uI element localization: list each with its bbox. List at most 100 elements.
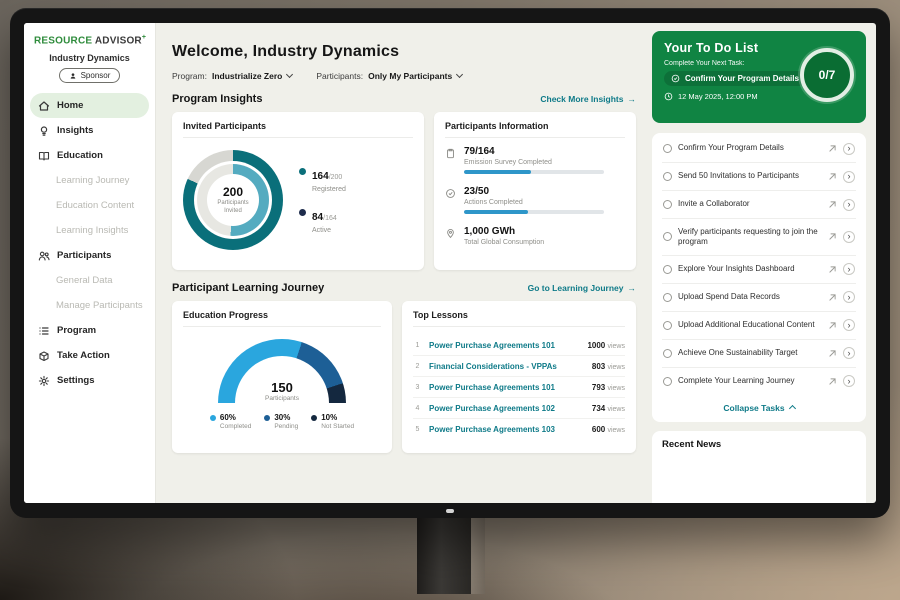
checkbox-icon[interactable] bbox=[663, 321, 672, 330]
external-link-icon[interactable] bbox=[828, 377, 837, 386]
lesson-link[interactable]: Power Purchase Agreements 103 bbox=[429, 425, 585, 434]
task-label: Confirm Your Program Details bbox=[678, 143, 822, 153]
next-task-label: Confirm Your Program Details bbox=[685, 74, 799, 83]
person-icon bbox=[69, 72, 77, 80]
todo-progress-ring: 0/7 bbox=[800, 48, 854, 102]
lesson-views: 600 views bbox=[592, 425, 625, 434]
book-icon bbox=[38, 150, 50, 162]
sidebar-item-take-action[interactable]: Take Action bbox=[24, 343, 155, 368]
stat-actions-completed: 23/50 Actions Completed bbox=[445, 186, 625, 214]
chevron-right-icon[interactable]: › bbox=[843, 231, 855, 243]
legend-pct: 30% bbox=[274, 413, 298, 422]
filter-bar: Program: Industrialize Zero Participants… bbox=[172, 71, 636, 81]
external-link-icon[interactable] bbox=[828, 265, 837, 274]
sidebar-item-label: Program bbox=[57, 325, 96, 336]
collapse-tasks-button[interactable]: Collapse Tasks bbox=[662, 395, 856, 420]
task-label: Complete Your Learning Journey bbox=[678, 376, 822, 386]
lesson-link[interactable]: Financial Considerations - VPPAs bbox=[429, 362, 585, 371]
sidebar-item-settings[interactable]: Settings bbox=[24, 368, 155, 393]
chevron-right-icon[interactable]: › bbox=[843, 347, 855, 359]
task-row[interactable]: Complete Your Learning Journey › bbox=[662, 368, 856, 395]
task-label: Send 50 Invitations to Participants bbox=[678, 171, 822, 181]
checkbox-icon[interactable] bbox=[663, 144, 672, 153]
chevron-right-icon[interactable]: › bbox=[843, 143, 855, 155]
participants-filter[interactable]: Participants: Only My Participants bbox=[316, 71, 462, 81]
external-link-icon[interactable] bbox=[828, 349, 837, 358]
sponsor-badge[interactable]: Sponsor bbox=[59, 68, 121, 83]
lesson-row: 4 Power Purchase Agreements 102 734 view… bbox=[413, 398, 625, 419]
sidebar-item-label: Learning Journey bbox=[56, 175, 129, 186]
external-link-icon[interactable] bbox=[828, 172, 837, 181]
checkbox-icon[interactable] bbox=[663, 232, 672, 241]
invited-donut-chart: 200 Participants Invited bbox=[183, 150, 283, 250]
sidebar-item-general-data[interactable]: General Data bbox=[24, 268, 155, 293]
sidebar-item-participants[interactable]: Participants bbox=[24, 243, 155, 268]
collapse-tasks-label: Collapse Tasks bbox=[723, 403, 784, 413]
section-title: Program Insights bbox=[172, 93, 262, 105]
top-lessons-card: Top Lessons 1 Power Purchase Agreements … bbox=[402, 301, 636, 453]
task-row[interactable]: Achieve One Sustainability Target › bbox=[662, 340, 856, 368]
gear-icon bbox=[38, 375, 50, 387]
external-link-icon[interactable] bbox=[828, 200, 837, 209]
sidebar-item-learning-insights[interactable]: Learning Insights bbox=[24, 218, 155, 243]
chevron-right-icon[interactable]: › bbox=[843, 199, 855, 211]
sidebar-item-education[interactable]: Education bbox=[24, 143, 155, 168]
sidebar-item-home[interactable]: Home bbox=[30, 93, 149, 118]
clipboard-icon bbox=[445, 148, 456, 159]
program-filter[interactable]: Program: Industrialize Zero bbox=[172, 71, 292, 81]
chevron-right-icon[interactable]: › bbox=[843, 171, 855, 183]
task-row[interactable]: Verify participants requesting to join t… bbox=[662, 219, 856, 256]
stat-value: 79/164 bbox=[464, 146, 604, 157]
sidebar-item-education-content[interactable]: Education Content bbox=[24, 193, 155, 218]
lesson-views-count: 803 bbox=[592, 362, 605, 371]
lesson-link[interactable]: Power Purchase Agreements 102 bbox=[429, 404, 585, 413]
sidebar-item-manage-participants[interactable]: Manage Participants bbox=[24, 293, 155, 318]
donut-center-label: Participants Invited bbox=[210, 200, 256, 215]
task-label: Upload Additional Educational Content bbox=[678, 320, 822, 330]
page-title: Welcome, Industry Dynamics bbox=[172, 43, 636, 61]
sidebar-item-learning-journey[interactable]: Learning Journey bbox=[24, 168, 155, 193]
external-link-icon[interactable] bbox=[828, 232, 837, 241]
chevron-right-icon[interactable]: › bbox=[843, 375, 855, 387]
lesson-views: 734 views bbox=[592, 404, 625, 413]
sidebar: RESOURCE ADVISOR+ Industry Dynamics Spon… bbox=[24, 23, 156, 503]
check-circle-icon bbox=[445, 188, 456, 199]
checkbox-icon[interactable] bbox=[663, 172, 672, 181]
next-task-chip[interactable]: Confirm Your Program Details bbox=[664, 71, 806, 86]
learning-cards-row: Education Progress 150 Participants bbox=[172, 301, 636, 453]
legend-value: 164 bbox=[312, 171, 329, 182]
lesson-link[interactable]: Power Purchase Agreements 101 bbox=[429, 341, 580, 350]
lesson-link[interactable]: Power Purchase Agreements 101 bbox=[429, 383, 585, 392]
checkbox-icon[interactable] bbox=[663, 377, 672, 386]
chevron-right-icon[interactable]: › bbox=[843, 263, 855, 275]
lesson-rank: 1 bbox=[413, 342, 422, 349]
section-title: Participant Learning Journey bbox=[172, 282, 324, 294]
legend-dot bbox=[210, 415, 216, 421]
lesson-views-label: views bbox=[607, 343, 625, 350]
lesson-row: 5 Power Purchase Agreements 103 600 view… bbox=[413, 419, 625, 439]
chevron-right-icon[interactable]: › bbox=[843, 291, 855, 303]
task-row[interactable]: Confirm Your Program Details › bbox=[662, 135, 856, 163]
check-more-insights-link[interactable]: Check More Insights → bbox=[540, 94, 636, 104]
external-link-icon[interactable] bbox=[828, 293, 837, 302]
due-date-text: 12 May 2025, 12:00 PM bbox=[678, 92, 758, 101]
sidebar-item-insights[interactable]: Insights bbox=[24, 118, 155, 143]
go-to-learning-journey-link[interactable]: Go to Learning Journey → bbox=[528, 283, 636, 293]
lesson-rank: 4 bbox=[413, 405, 422, 412]
task-row[interactable]: Upload Additional Educational Content › bbox=[662, 312, 856, 340]
checkbox-icon[interactable] bbox=[663, 200, 672, 209]
lesson-views-count: 734 bbox=[592, 404, 605, 413]
legend-registered: 164/200 Registered bbox=[299, 166, 346, 193]
task-row[interactable]: Upload Spend Data Records › bbox=[662, 284, 856, 312]
external-link-icon[interactable] bbox=[828, 321, 837, 330]
task-row[interactable]: Invite a Collaborator › bbox=[662, 191, 856, 219]
task-row[interactable]: Send 50 Invitations to Participants › bbox=[662, 163, 856, 191]
checkbox-icon[interactable] bbox=[663, 265, 672, 274]
checkbox-icon[interactable] bbox=[663, 293, 672, 302]
sidebar-item-program[interactable]: Program bbox=[24, 318, 155, 343]
checkbox-icon[interactable] bbox=[663, 349, 672, 358]
task-row[interactable]: Explore Your Insights Dashboard › bbox=[662, 256, 856, 284]
external-link-icon[interactable] bbox=[828, 144, 837, 153]
chevron-right-icon[interactable]: › bbox=[843, 319, 855, 331]
legend-value: 84 bbox=[312, 212, 323, 223]
